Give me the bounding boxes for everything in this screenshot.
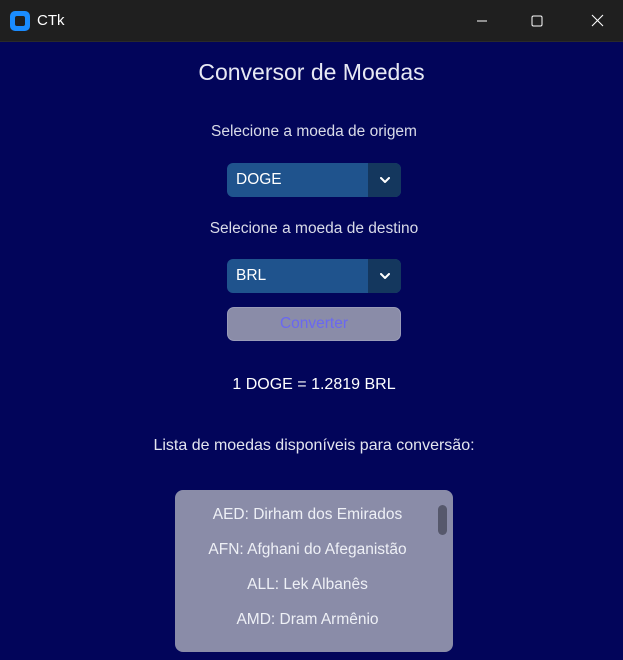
currency-list[interactable]: AED: Dirham dos Emirados AFN: Afghani do… (175, 490, 453, 652)
maximize-icon (531, 15, 543, 26)
origin-currency-select[interactable]: DOGE (227, 163, 401, 197)
origin-dropdown-button[interactable] (368, 163, 401, 197)
list-item[interactable]: AMD: Dram Armênio (175, 611, 440, 629)
list-item[interactable]: AFN: Afghani do Afeganistão (175, 541, 440, 559)
maximize-button[interactable] (514, 0, 560, 41)
window-title: CTk (37, 12, 65, 29)
minimize-icon (477, 20, 487, 21)
chevron-down-icon (379, 177, 390, 183)
currency-list-label: Lista de moedas disponíveis para convers… (153, 437, 475, 454)
conversion-result: 1 DOGE = 1.2819 BRL (232, 376, 396, 393)
convert-button[interactable]: Converter (227, 307, 401, 341)
ctk-app-icon (10, 11, 30, 31)
destination-currency-label: Selecione a moeda de destino (209, 220, 419, 237)
origin-currency-label: Selecione a moeda de origem (211, 123, 417, 140)
minimize-button[interactable] (459, 0, 505, 41)
main-content: Conversor de Moedas Selecione a moeda de… (0, 42, 623, 660)
close-button[interactable] (574, 0, 620, 41)
destination-currency-value: BRL (236, 267, 267, 284)
origin-currency-value: DOGE (236, 171, 282, 188)
destination-currency-select[interactable]: BRL (227, 259, 401, 293)
list-item[interactable]: ALL: Lek Albanês (175, 576, 440, 594)
chevron-down-icon (379, 273, 390, 279)
page-title: Conversor de Moedas (198, 59, 425, 85)
scrollbar-thumb[interactable] (438, 505, 447, 535)
list-item[interactable]: AED: Dirham dos Emirados (175, 506, 440, 524)
app-window: CTk Conversor de Moedas Selecione a moed… (0, 0, 623, 660)
destination-dropdown-button[interactable] (368, 259, 401, 293)
title-bar[interactable]: CTk (0, 0, 623, 42)
close-icon (591, 14, 603, 27)
